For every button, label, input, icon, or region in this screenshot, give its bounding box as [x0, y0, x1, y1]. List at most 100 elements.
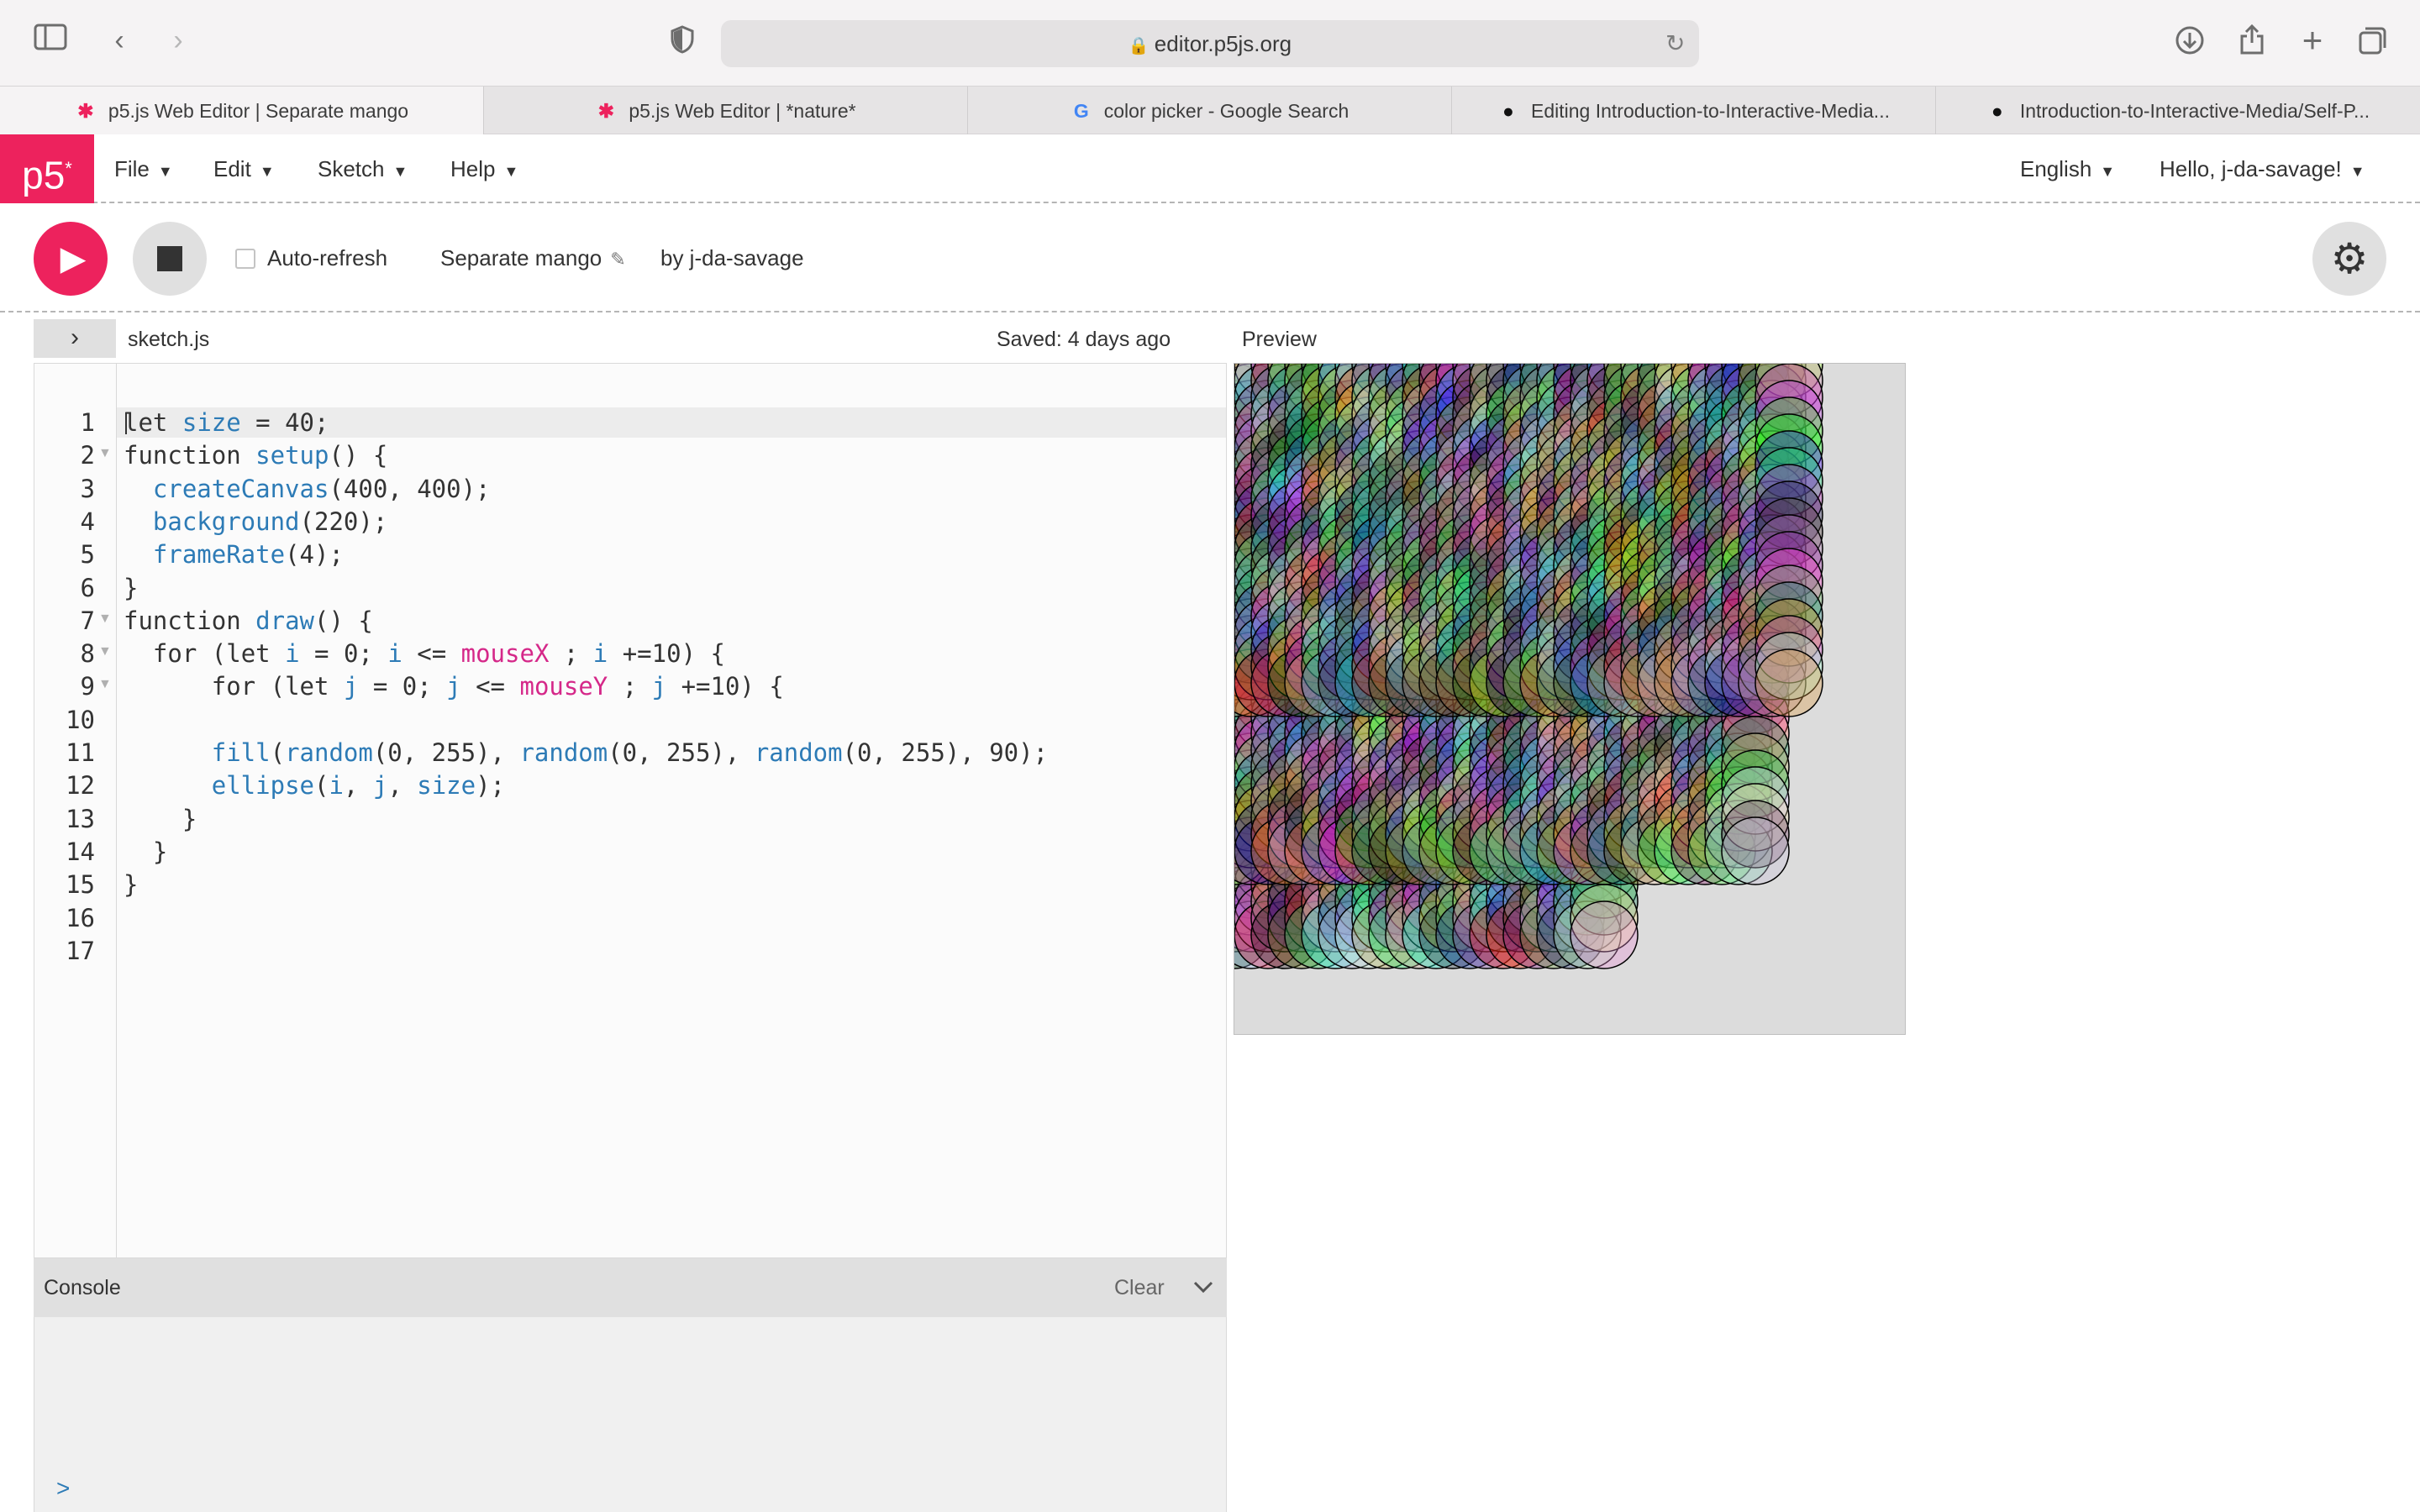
expand-sidebar-button[interactable]: ›	[34, 319, 116, 358]
back-icon[interactable]: ‹	[101, 24, 138, 60]
lock-icon: 🔒	[1128, 37, 1150, 55]
line-number: 11	[66, 738, 95, 767]
preview-drawing	[1234, 364, 1823, 969]
line-number: 14	[66, 837, 95, 866]
gear-icon: ⚙	[2330, 235, 2369, 282]
p5-asterisk-icon: ✱	[77, 100, 94, 122]
fold-arrow-icon[interactable]: ▼	[98, 637, 115, 667]
code-line: for (let j = 0; j <= mouseY ; j +=10) {	[211, 672, 784, 701]
code-line: ellipse(i, j, size);	[211, 771, 505, 801]
sketch-preview-canvas[interactable]	[1234, 363, 1906, 1035]
github-icon: ●	[1502, 100, 1514, 122]
play-icon: ▶	[60, 240, 87, 277]
code-line: function setup() {	[124, 441, 388, 470]
line-number: 7	[80, 606, 95, 635]
saved-status: Saved: 4 days ago	[997, 328, 1171, 351]
fold-arrow-icon[interactable]: ▼	[98, 669, 115, 700]
line-number: 16	[66, 903, 95, 932]
line-number: 13	[66, 804, 95, 833]
language-menu[interactable]: English ▼	[2020, 134, 2115, 203]
console-clear-button[interactable]: Clear	[1114, 1258, 1165, 1317]
code-line: background(220);	[152, 507, 388, 536]
code-editor[interactable]: 1 let size = 40; 2 ▼ function setup() {3 cre…	[34, 363, 1227, 1258]
settings-button[interactable]: ⚙	[2312, 222, 2386, 296]
console-collapse-icon[interactable]	[1188, 1268, 1218, 1305]
forward-icon[interactable]: ›	[160, 24, 197, 60]
caret-down-icon: ▼	[503, 163, 519, 180]
download-icon[interactable]	[2171, 25, 2208, 62]
address-bar[interactable]: 🔒 editor.p5js.org ↻	[721, 20, 1699, 67]
caret-down-icon: ▼	[2100, 163, 2116, 180]
p5-logo[interactable]: p5*	[0, 134, 94, 203]
preview-circle	[1721, 816, 1790, 885]
code-line: frameRate(4);	[152, 540, 344, 570]
tab-p5-separate-mango[interactable]: ✱ p5.js Web Editor | Separate mango	[0, 87, 484, 135]
console-header: Console Clear	[34, 1258, 1227, 1317]
code-line: }	[124, 837, 168, 866]
code-line: createCanvas(400, 400);	[152, 474, 491, 503]
line-number: 17	[66, 936, 95, 965]
new-tab-icon[interactable]: +	[2294, 23, 2331, 60]
console-output: >	[34, 1317, 1227, 1512]
code-line: }	[124, 870, 139, 900]
line-number: 6	[80, 573, 95, 602]
code-line: }	[124, 573, 139, 602]
code-line: let size = 40;	[124, 408, 329, 437]
line-number: 9	[80, 672, 95, 701]
tab-github-self-portrait[interactable]: ● Introduction-to-Interactive-Media/Self-…	[1936, 87, 2420, 135]
user-menu[interactable]: Hello, j-da-savage! ▼	[2160, 134, 2365, 203]
stop-icon	[157, 246, 182, 271]
code-line: function draw() {	[124, 606, 373, 635]
menu-file[interactable]: File ▼	[114, 134, 173, 203]
browser-toolbar: ‹ › 🔒 editor.p5js.org ↻ +	[0, 0, 2420, 86]
p5-nav-bar: p5* File ▼ Edit ▼ Sketch ▼ Help ▼ English ▼ H…	[0, 134, 2420, 203]
google-icon: G	[1073, 100, 1089, 122]
file-tab-name[interactable]: sketch.js	[128, 321, 209, 358]
stop-button[interactable]	[133, 222, 207, 296]
code-line: for (let i = 0; i <= mouseX ; i +=10) {	[152, 639, 725, 669]
pencil-icon: ✎	[610, 249, 626, 270]
line-number: 10	[66, 705, 95, 734]
caret-down-icon: ▼	[392, 163, 408, 180]
preview-circle	[1570, 900, 1639, 969]
fold-arrow-icon[interactable]: ▼	[98, 604, 115, 634]
url-text: 🔒 editor.p5js.org	[1128, 31, 1292, 56]
browser-tab-bar: ✱ p5.js Web Editor | Separate mango ✱ p5.j…	[0, 86, 2420, 135]
share-icon[interactable]	[2233, 24, 2270, 60]
sketch-name[interactable]: Separate mango ✎	[440, 239, 626, 277]
play-button[interactable]: ▶	[34, 222, 108, 296]
tab-p5-nature[interactable]: ✱ p5.js Web Editor | *nature*	[484, 87, 968, 135]
code-line: fill(random(0, 255), random(0, 255), ran…	[211, 738, 1049, 767]
line-number: 3	[80, 474, 95, 503]
menu-edit[interactable]: Edit ▼	[213, 134, 275, 203]
auto-refresh-checkbox[interactable]	[235, 249, 255, 269]
menu-help[interactable]: Help ▼	[450, 134, 518, 203]
p5-asterisk-icon: ✱	[597, 100, 615, 122]
caret-down-icon: ▼	[157, 163, 173, 180]
sidebar-toggle-icon[interactable]	[32, 24, 69, 60]
code-line: }	[124, 804, 197, 833]
preview-label: Preview	[1242, 328, 1317, 351]
line-number: 1	[80, 408, 95, 437]
tab-github-editing[interactable]: ● Editing Introduction-to-Interactive-Med…	[1452, 87, 1936, 135]
sketch-author-link[interactable]: by j-da-savage	[660, 239, 804, 277]
chevron-right-icon: ›	[71, 323, 79, 351]
tab-google-color-picker[interactable]: Gcolor picker - Google Search	[968, 87, 1452, 135]
reload-icon[interactable]: ↻	[1665, 27, 1685, 60]
sketch-toolbar: ▶ Auto-refresh Separate mango ✎ by j-da-s…	[0, 203, 2420, 312]
preview-circle	[1754, 648, 1823, 717]
line-number: 4	[80, 507, 95, 536]
menu-sketch[interactable]: Sketch ▼	[318, 134, 408, 203]
line-number: 2	[80, 441, 95, 470]
line-number: 12	[66, 771, 95, 801]
line-number: 15	[66, 870, 95, 900]
tab-overview-icon[interactable]	[2354, 25, 2391, 62]
console-prompt[interactable]: >	[56, 1475, 70, 1502]
github-icon: ●	[1991, 100, 2003, 122]
fold-arrow-icon[interactable]: ▼	[98, 438, 115, 469]
shield-icon[interactable]	[664, 25, 701, 62]
auto-refresh-label: Auto-refresh	[267, 245, 388, 270]
caret-down-icon: ▼	[2349, 163, 2365, 180]
caret-down-icon: ▼	[259, 163, 275, 180]
console-title: Console	[44, 1276, 121, 1299]
